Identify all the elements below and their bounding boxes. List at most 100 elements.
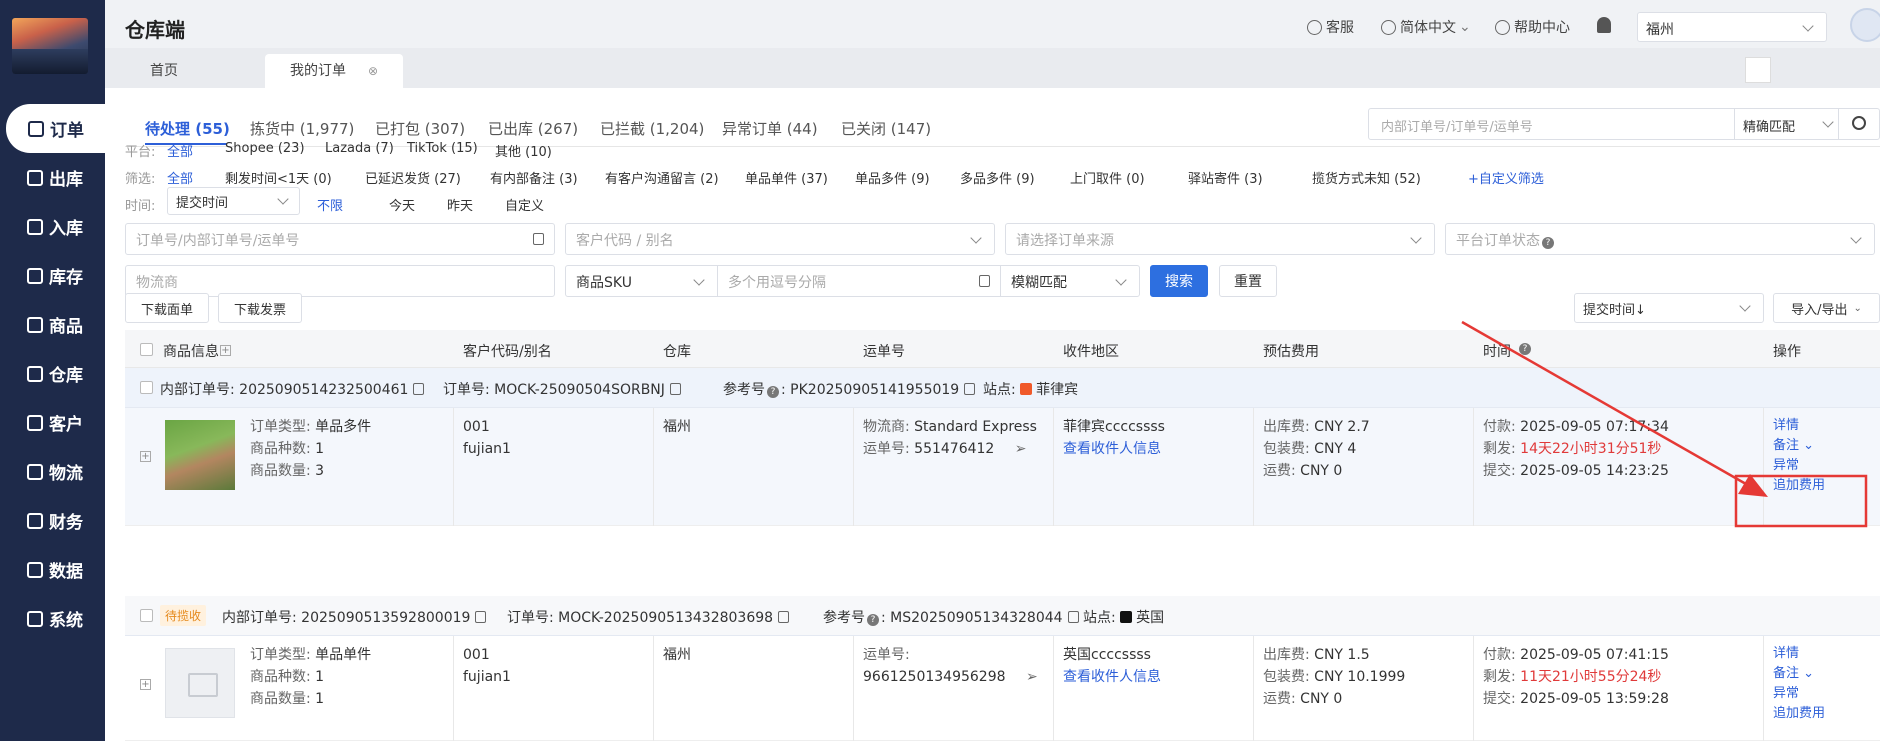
status-tab-packed[interactable]: 已打包 (307) [375, 118, 465, 139]
platform-all[interactable]: 全部 [167, 141, 193, 160]
status-tab-closed[interactable]: 已关闭 (147) [841, 118, 931, 139]
add-fee-link[interactable]: 追加费用 [1773, 476, 1825, 496]
add-fee-link[interactable]: 追加费用 [1773, 704, 1825, 724]
search-button[interactable]: 搜索 [1150, 265, 1208, 297]
order-checkbox[interactable] [140, 609, 153, 622]
status-tab-pending[interactable]: 待处理 (55) [145, 118, 230, 139]
download-invoice-button[interactable]: 下载发票 [218, 293, 302, 323]
paste-icon[interactable] [979, 275, 990, 287]
sidebar-item-inventory[interactable]: 库存 [0, 251, 105, 300]
expand-icon[interactable]: + [140, 679, 151, 690]
status-tab-abnormal[interactable]: 异常订单 (44) [722, 118, 818, 139]
detail-link[interactable]: 详情 [1773, 644, 1825, 664]
download-label-button[interactable]: 下载面单 [125, 293, 209, 323]
remark-link[interactable]: 备注 ⌄ [1773, 436, 1825, 456]
detail-link[interactable]: 详情 [1773, 416, 1825, 436]
time-any[interactable]: 不限 [317, 195, 343, 214]
platform-other[interactable]: 其他 (10) [495, 141, 552, 160]
filter-unknown-method[interactable]: 揽货方式未知 (52) [1312, 168, 1421, 187]
sidebar-item-logistics[interactable]: 物流 [0, 447, 105, 496]
product-image[interactable] [165, 420, 235, 490]
help-icon: ? [867, 614, 879, 626]
customer-select[interactable]: 客户代码 / 别名 [565, 223, 995, 255]
send-icon[interactable]: ➢ [1026, 669, 1038, 685]
platform-status-select[interactable]: 平台订单状态? [1445, 223, 1875, 255]
status-tab-intercepted[interactable]: 已拦截 (1,204) [600, 118, 704, 139]
filter-pickup[interactable]: 上门取件 (0) [1070, 168, 1145, 187]
filter-multi-multi[interactable]: 多品多件 (9) [960, 168, 1035, 187]
filter-customer-message[interactable]: 有客户沟通留言 (2) [605, 168, 719, 187]
copy-icon[interactable] [475, 611, 487, 623]
tab-my-orders[interactable]: 我的订单 ⊗ [265, 54, 404, 88]
tab-home[interactable]: 首页 [125, 54, 203, 88]
platform-tiktok[interactable]: TikTok (15) [407, 141, 478, 156]
sku-type-select[interactable]: 商品SKU [565, 265, 718, 297]
sort-select[interactable]: 提交时间↓ [1574, 293, 1764, 323]
status-tab-shipped[interactable]: 已出库 (267) [488, 118, 578, 139]
filter-station[interactable]: 驿站寄件 (3) [1188, 168, 1263, 187]
sidebar-item-data[interactable]: 数据 [0, 545, 105, 594]
status-tab-picking[interactable]: 拣货中 (1,977) [250, 118, 354, 139]
sidebar-item-product[interactable]: 商品 [0, 300, 105, 349]
search-icon[interactable] [1852, 116, 1866, 130]
copy-icon[interactable] [1067, 611, 1079, 623]
copy-icon[interactable] [669, 383, 681, 395]
match-mode-select[interactable]: 精确匹配 [1743, 116, 1795, 135]
platform-shopee[interactable]: Shopee (23) [225, 141, 305, 156]
platform-lazada[interactable]: Lazada (7) [325, 141, 394, 156]
bell-icon[interactable] [1597, 17, 1611, 33]
expand-all-icon[interactable]: + [220, 345, 231, 356]
copy-icon[interactable] [413, 383, 425, 395]
view-receiver-link[interactable]: 查看收件人信息 [1063, 438, 1165, 460]
service-link[interactable]: 客服 [1307, 17, 1354, 37]
abnormal-link[interactable]: 异常 [1773, 684, 1825, 704]
sidebar-item-order[interactable]: 订单 [6, 104, 105, 153]
city-select[interactable]: 福州 [1637, 12, 1827, 42]
filter-single-multi[interactable]: 单品多件 (9) [855, 168, 930, 187]
help-icon: ? [1519, 343, 1531, 355]
top-search-input[interactable]: 内部订单号/订单号/运单号 [1381, 116, 1533, 135]
sidebar-item-inbound[interactable]: 入库 [0, 202, 105, 251]
abnormal-link[interactable]: 异常 [1773, 456, 1825, 476]
view-receiver-link[interactable]: 查看收件人信息 [1063, 666, 1161, 688]
time-custom[interactable]: 自定义 [505, 195, 544, 214]
send-icon[interactable]: ➢ [1015, 441, 1027, 457]
sku-input[interactable]: 多个用逗号分隔 [717, 265, 1001, 297]
order-number-input[interactable]: 订单号/内部订单号/运单号 [125, 223, 555, 255]
copy-icon[interactable] [778, 611, 790, 623]
time-type-select[interactable]: 提交时间 [167, 187, 300, 215]
sidebar-item-finance[interactable]: 财务 [0, 496, 105, 545]
remark-link[interactable]: 备注 ⌄ [1773, 664, 1825, 684]
avatar[interactable] [1850, 8, 1880, 42]
match-select[interactable]: 模糊匹配 [1000, 265, 1140, 297]
top-header: 仓库端 客服 简体中文 ⌄ 帮助中心 福州 [105, 0, 1880, 48]
filter-single-single[interactable]: 单品单件 (37) [745, 168, 828, 187]
sidebar-item-outbound[interactable]: 出库 [0, 153, 105, 202]
menu-icon[interactable] [1745, 57, 1771, 83]
sidebar-item-customer[interactable]: 客户 [0, 398, 105, 447]
filter-all[interactable]: 全部 [167, 168, 193, 187]
product-image-placeholder[interactable] [165, 648, 235, 718]
expand-icon[interactable]: + [140, 451, 151, 462]
filter-delayed[interactable]: 已延迟发货 (27) [365, 168, 461, 187]
order-source-select[interactable]: 请选择订单来源 [1005, 223, 1435, 255]
sidebar-item-warehouse[interactable]: 仓库 [0, 349, 105, 398]
import-export-button[interactable]: 导入/导出 ⌄ [1773, 293, 1880, 323]
help-center-link[interactable]: 帮助中心 [1495, 17, 1570, 37]
filter-internal-note[interactable]: 有内部备注 (3) [490, 168, 578, 187]
chevron-down-icon [970, 232, 982, 244]
close-icon[interactable]: ⊗ [368, 54, 378, 88]
select-all-checkbox[interactable] [140, 343, 153, 356]
language-select[interactable]: 简体中文 ⌄ [1381, 17, 1471, 37]
custom-filter-link[interactable]: +自定义筛选 [1468, 168, 1544, 187]
order-checkbox[interactable] [140, 381, 153, 394]
time-today[interactable]: 今天 [389, 195, 415, 214]
filter-due-soon[interactable]: 剩发时间<1天 (0) [225, 168, 332, 187]
chevron-down-icon [277, 193, 289, 205]
copy-icon[interactable] [964, 383, 976, 395]
reset-button[interactable]: 重置 [1219, 265, 1277, 297]
paste-icon[interactable] [533, 233, 544, 245]
chevron-down-icon: ⌄ [1853, 302, 1862, 314]
sidebar-item-system[interactable]: 系统 [0, 594, 105, 643]
time-yesterday[interactable]: 昨天 [447, 195, 473, 214]
